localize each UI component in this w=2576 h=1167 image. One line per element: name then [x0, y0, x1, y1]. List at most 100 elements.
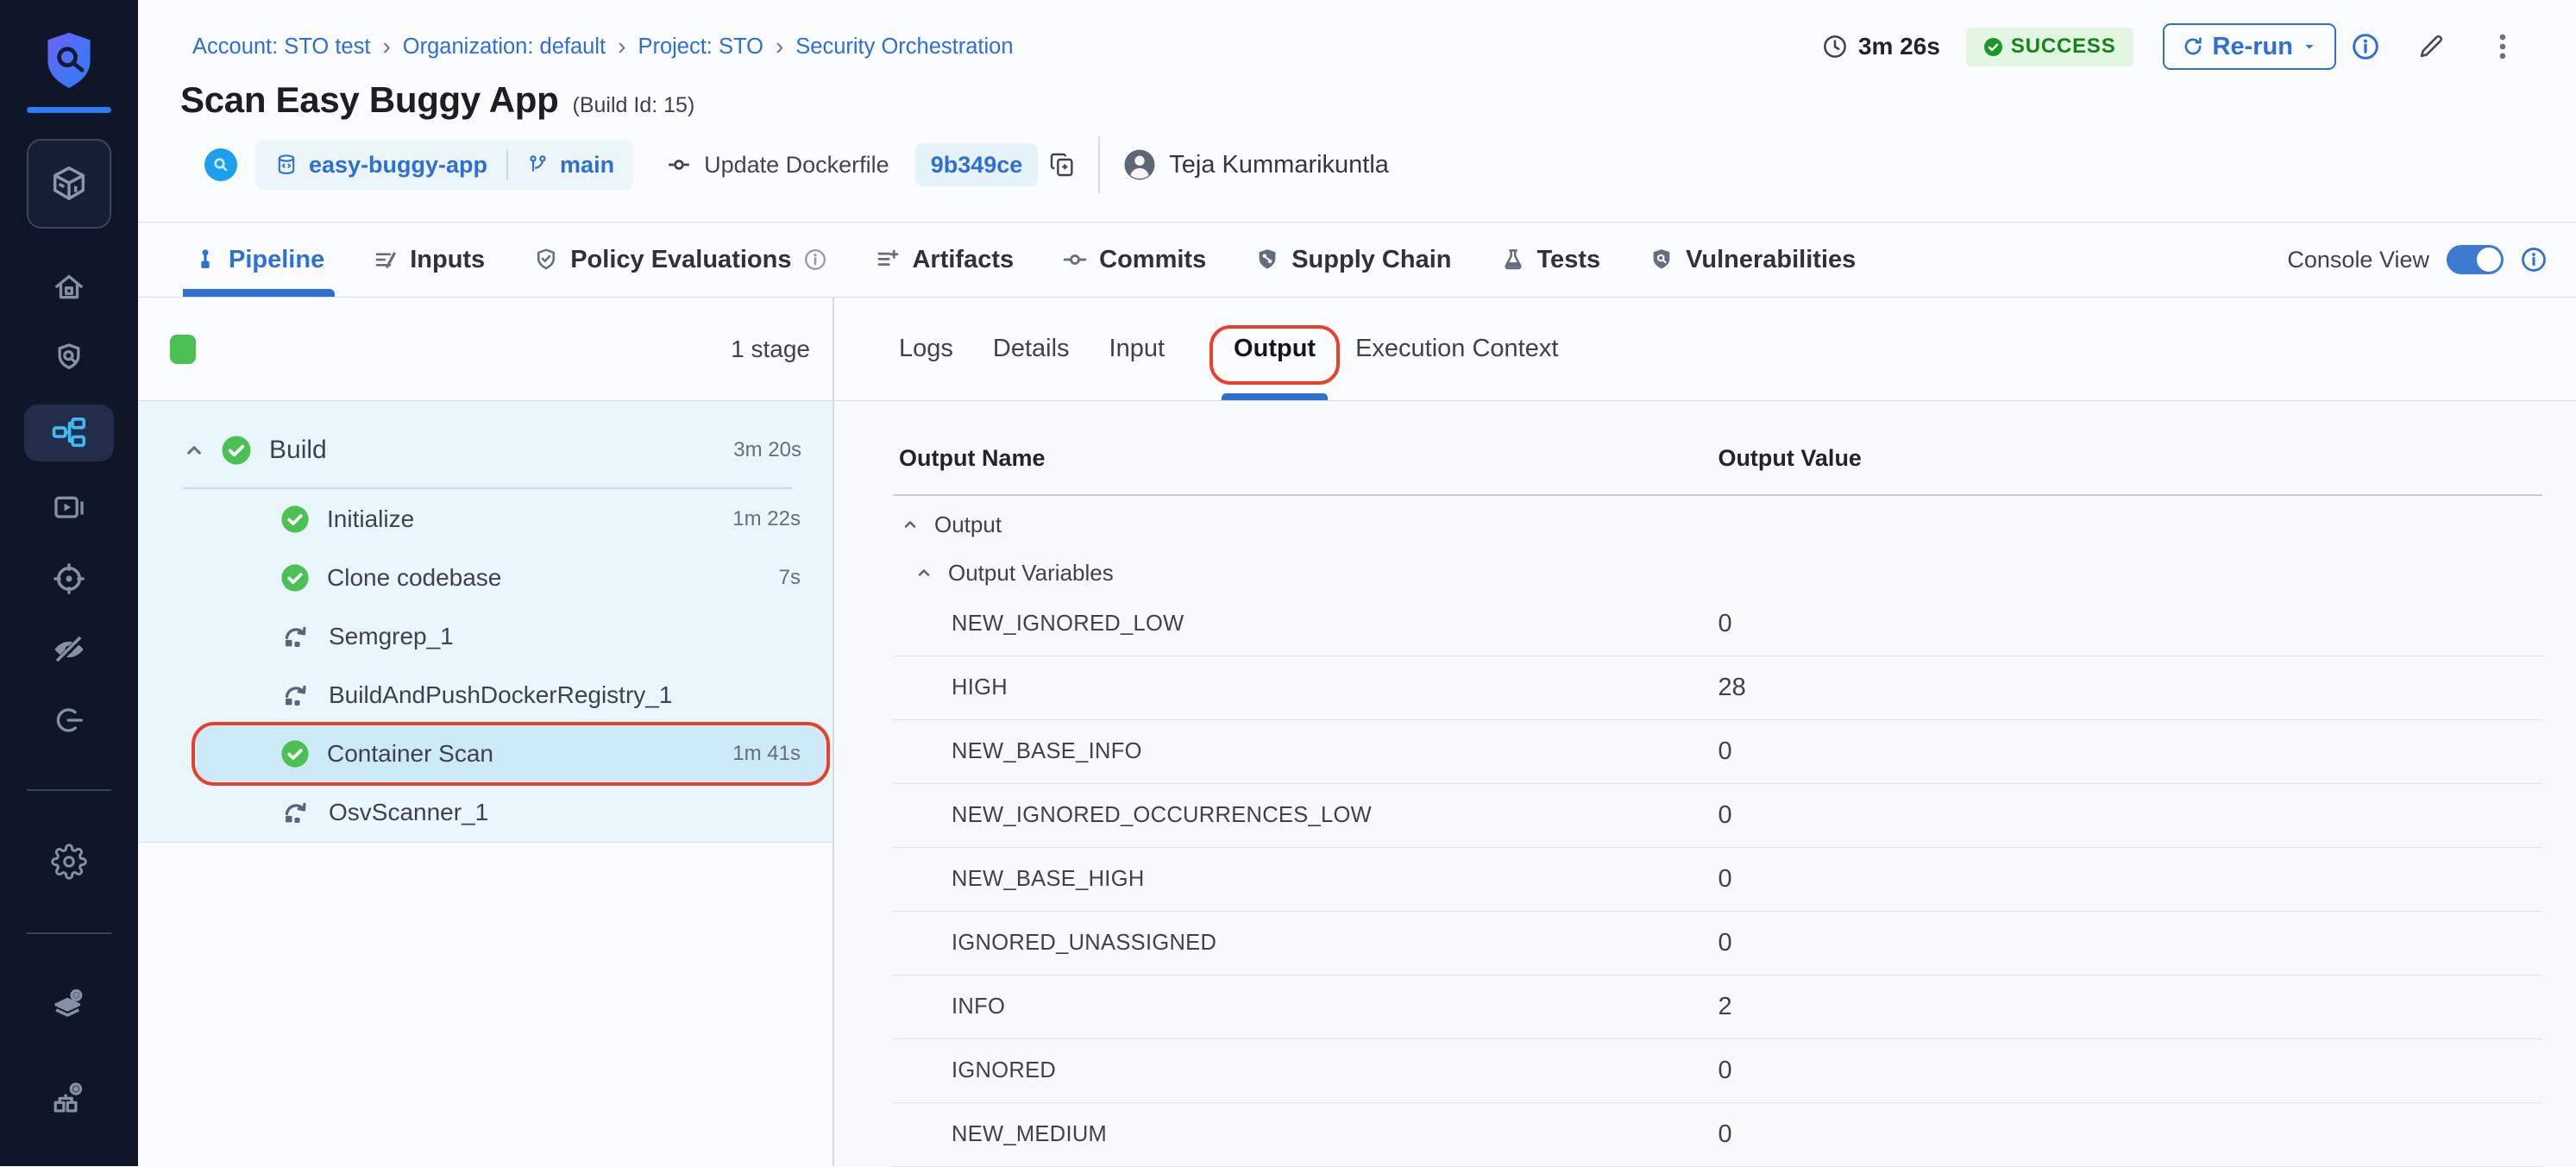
tab-vulnerabilities[interactable]: Vulnerabilities — [1638, 223, 1866, 297]
output-value: 28 — [1709, 674, 2542, 702]
subtab-output-active-annotated[interactable]: Output — [1209, 298, 1340, 400]
commit-icon — [666, 152, 692, 178]
table-row: NEW_IGNORED_LOW 0 — [893, 593, 2542, 656]
tab-artifacts[interactable]: Artifacts — [864, 223, 1024, 297]
policy-info-icon[interactable] — [804, 248, 826, 271]
step-row-container-scan-selected-annotated[interactable]: Container Scan 1m 41s — [138, 725, 832, 783]
table-row: NEW_IGNORED_OCCURRENCES_LOW 0 — [893, 784, 2542, 848]
breadcrumb: Account: STO test › Organization: defaul… — [192, 35, 1014, 60]
output-name: NEW_IGNORED_LOW — [893, 612, 1709, 637]
nav-resources-layers-icon[interactable] — [45, 979, 93, 1027]
repo-branch-pill[interactable]: easy-buggy-app main — [255, 140, 633, 190]
table-row: NEW_MEDIUM 0 — [893, 1103, 2542, 1167]
tab-commits[interactable]: Commits — [1052, 223, 1216, 297]
collapse-chevron-icon[interactable] — [914, 562, 934, 583]
step-duration: 1m 22s — [732, 507, 801, 531]
output-value: 2 — [1709, 993, 2542, 1021]
step-row-build-and-push[interactable]: BuildAndPushDockerRegistry_1 — [138, 666, 832, 725]
step-group-icon — [280, 680, 311, 711]
step-success-icon — [280, 505, 310, 534]
group-row-output[interactable]: Output — [893, 496, 2542, 553]
rerun-button[interactable]: Re-run — [2163, 23, 2336, 70]
step-name: Initialize — [327, 505, 414, 533]
table-row: HIGH 28 — [893, 656, 2542, 720]
nav-project-settings-icon[interactable] — [45, 838, 93, 886]
step-name: BuildAndPushDockerRegistry_1 — [329, 681, 672, 709]
tab-label: Inputs — [410, 246, 485, 274]
output-value: 0 — [1709, 1057, 2542, 1085]
output-value: 0 — [1709, 801, 2542, 830]
step-name: Semgrep_1 — [329, 623, 454, 650]
pipeline-icon — [193, 248, 217, 272]
nav-targets-icon[interactable] — [45, 555, 93, 603]
tab-label: Tests — [1537, 246, 1601, 274]
repo-name: easy-buggy-app — [309, 152, 487, 179]
harness-sto-logo — [42, 31, 96, 90]
execution-info-icon[interactable] — [2352, 33, 2379, 60]
sidebar-nav — [0, 263, 138, 1122]
nav-hidden-eye-off-icon[interactable] — [45, 625, 93, 674]
tab-pipeline[interactable]: Pipeline — [183, 223, 335, 297]
sidebar-divider — [27, 932, 111, 934]
tab-label: Policy Evaluations — [570, 246, 791, 274]
step-row-semgrep[interactable]: Semgrep_1 — [138, 607, 832, 666]
breadcrumb-module[interactable]: Security Orchestration — [795, 35, 1013, 60]
edit-pipeline-icon[interactable] — [2417, 33, 2445, 60]
nav-pipelines-icon-active[interactable] — [24, 405, 114, 461]
nav-executions-icon[interactable] — [45, 484, 93, 532]
table-row: IGNORED_UNASSIGNED 0 — [893, 912, 2542, 976]
tab-supply-chain[interactable]: Supply Chain — [1244, 223, 1461, 297]
vulnerabilities-shield-icon — [1649, 247, 1674, 273]
main-column: Account: STO test › Organization: defaul… — [138, 0, 2576, 1166]
commits-icon — [1062, 247, 1088, 273]
commit-message-cluster: Update Dockerfile — [666, 152, 889, 179]
rerun-button-label: Re-run — [2213, 33, 2293, 61]
nav-org-structure-icon[interactable] — [45, 1074, 93, 1122]
copy-sha-icon[interactable] — [1048, 151, 1076, 179]
stage-row-build[interactable]: Build 3m 20s — [138, 401, 832, 487]
run-duration-value: 3m 26s — [1858, 33, 1940, 60]
sidebar-divider — [27, 789, 111, 791]
console-view-toggle[interactable] — [2447, 245, 2504, 274]
tab-label: Pipeline — [229, 246, 324, 274]
tab-tests[interactable]: Tests — [1490, 223, 1612, 297]
breadcrumb-project[interactable]: Project: STO — [638, 35, 763, 60]
subtab-logs[interactable]: Logs — [899, 298, 953, 400]
step-detail-panel: Logs Details Input Output Execution Cont… — [834, 298, 2576, 1166]
table-row: INFO 2 — [893, 976, 2542, 1039]
commit-sha-pill[interactable]: 9b349ce — [915, 143, 1039, 186]
policy-shield-icon — [533, 247, 559, 273]
more-options-kebab-icon[interactable] — [2490, 32, 2516, 61]
page-title: Scan Easy Buggy App — [180, 79, 559, 121]
commit-message: Update Dockerfile — [704, 152, 889, 179]
collapse-chevron-icon[interactable] — [181, 437, 207, 463]
group-label: Output Variables — [948, 560, 1114, 587]
artifacts-icon — [875, 247, 901, 273]
tab-policy-evaluations[interactable]: Policy Evaluations — [523, 223, 837, 297]
breadcrumb-account[interactable]: Account: STO test — [192, 35, 370, 60]
step-row-clone-codebase[interactable]: Clone codebase 7s — [138, 549, 832, 607]
group-label: Output — [934, 511, 1002, 538]
nav-scan-icon[interactable] — [45, 334, 93, 382]
nav-home-icon[interactable] — [45, 263, 93, 311]
header-actions: 3m 26s SUCCESS Re-run — [1822, 23, 2516, 70]
author-name: Teja Kummarikuntla — [1169, 151, 1389, 179]
subtab-details[interactable]: Details — [993, 298, 1070, 400]
tab-label: Commits — [1099, 246, 1206, 274]
step-row-osv-scanner[interactable]: OsvScanner_1 — [138, 783, 832, 842]
collapse-chevron-icon[interactable] — [900, 514, 920, 535]
status-badge: SUCCESS — [1966, 28, 2133, 66]
step-group-icon — [280, 797, 311, 828]
step-row-initialize[interactable]: Initialize 1m 22s — [138, 490, 832, 549]
group-row-output-variables[interactable]: Output Variables — [893, 553, 2542, 593]
output-table-header: Output Name Output Value — [893, 422, 2542, 496]
tab-label: Vulnerabilities — [1686, 246, 1856, 274]
module-selector-button[interactable] — [27, 139, 111, 229]
nav-get-started-icon[interactable] — [45, 696, 93, 744]
subtab-input[interactable]: Input — [1109, 298, 1165, 400]
output-value: 0 — [1709, 610, 2542, 638]
breadcrumb-organization[interactable]: Organization: default — [403, 35, 606, 60]
tab-inputs[interactable]: Inputs — [362, 223, 495, 297]
subtab-execution-context[interactable]: Execution Context — [1355, 298, 1558, 400]
console-view-info-icon[interactable] — [2521, 247, 2547, 273]
